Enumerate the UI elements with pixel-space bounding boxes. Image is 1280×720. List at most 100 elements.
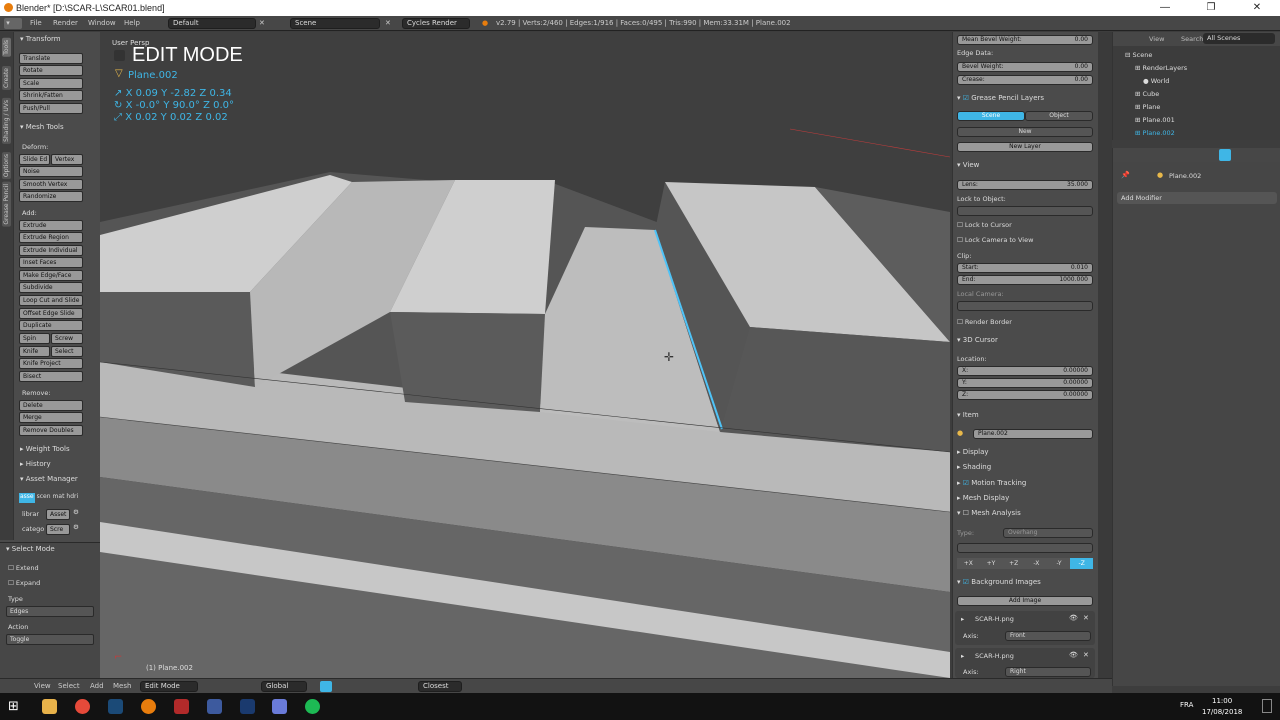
translate-button[interactable]: Translate — [19, 53, 83, 64]
gp-scene-tab[interactable]: Scene — [957, 111, 1025, 121]
clip-start-field[interactable]: Start: 0.010 — [957, 263, 1093, 273]
scene-tab[interactable]: scen — [37, 493, 51, 503]
gp-new-layer-button[interactable]: New Layer — [957, 142, 1093, 152]
outliner-row-plane-001[interactable]: ⊞ Plane.001 — [1135, 116, 1175, 124]
push-pull-button[interactable]: Push/Pull — [19, 103, 83, 114]
merge-button[interactable]: Merge — [19, 412, 83, 423]
chrome-icon[interactable] — [75, 699, 90, 714]
outliner-row-plane[interactable]: ⊞ Plane — [1135, 103, 1160, 111]
subdivide-button[interactable]: Subdivide — [19, 282, 83, 293]
tab-grease-pencil[interactable]: Grease Pencil — [2, 182, 11, 227]
vertex-slide-button[interactable]: Vertex — [51, 154, 83, 165]
bg2-expand-icon[interactable]: ▸ — [961, 652, 964, 660]
menu-file[interactable]: File — [30, 18, 42, 29]
extrude-button[interactable]: Extrude — [19, 220, 83, 231]
item-panel-header[interactable]: ▾ Item — [957, 411, 979, 419]
view-panel-header[interactable]: ▾ View — [957, 161, 979, 169]
analysis-range-slider[interactable] — [957, 543, 1093, 553]
mean-bevel-weight-field[interactable]: Mean Bevel Weight: 0.00 — [957, 35, 1093, 45]
motion-tracking-panel-header[interactable]: ▸ ☑ Motion Tracking — [957, 479, 1026, 487]
lock-to-cursor-checkbox[interactable]: ☐ Lock to Cursor — [957, 221, 1012, 229]
steam-icon[interactable] — [108, 699, 123, 714]
offset-edge-slide-button[interactable]: Offset Edge Slide — [19, 308, 83, 319]
clock-date[interactable]: 17/08/2018 — [1202, 708, 1242, 716]
windows-start-icon[interactable]: ⊞ — [8, 699, 23, 714]
transform-panel-header[interactable]: ▾ Transform — [20, 35, 61, 43]
extrude-individual-button[interactable]: Extrude Individual — [19, 245, 83, 256]
outliner-row-world[interactable]: ● World — [1143, 77, 1169, 85]
outliner-row-renderlayers[interactable]: ⊞ RenderLayers — [1135, 64, 1187, 72]
library-select[interactable]: Asset — [46, 509, 70, 520]
axis-minus-z-button[interactable]: -Z — [1070, 558, 1094, 569]
axis-plus-x-button[interactable]: +X — [957, 558, 980, 569]
shading-panel-header[interactable]: ▸ Shading — [957, 463, 991, 471]
bisect-button[interactable]: Bisect — [19, 371, 83, 382]
smooth-vertex-button[interactable]: Smooth Vertex — [19, 179, 83, 190]
asset-manager-panel-header[interactable]: ▾ Asset Manager — [20, 475, 78, 483]
loop-cut-button[interactable]: Loop Cut and Slide — [19, 295, 83, 306]
screen-layout-field[interactable]: Default — [168, 18, 256, 29]
discord-icon[interactable] — [272, 699, 287, 714]
render-engine-select[interactable]: Cycles Render — [402, 18, 470, 29]
tab-create[interactable]: Create — [2, 66, 11, 90]
lens-field[interactable]: Lens: 35.000 — [957, 180, 1093, 190]
knife-select-button[interactable]: Select — [51, 346, 83, 357]
bg2-visibility-icon[interactable]: 👁 — [1069, 651, 1078, 659]
shrink-fatten-button[interactable]: Shrink/Fatten — [19, 90, 83, 101]
notification-icon[interactable] — [1262, 699, 1272, 713]
display-panel-header[interactable]: ▸ Display — [957, 448, 989, 456]
noise-button[interactable]: Noise — [19, 166, 83, 177]
edge-select-mode-icon[interactable] — [320, 681, 332, 692]
knife-project-button[interactable]: Knife Project — [19, 358, 83, 369]
hdri-tab[interactable]: hdri — [66, 493, 78, 503]
lock-object-field[interactable] — [957, 206, 1093, 216]
delete-button[interactable]: Delete — [19, 400, 83, 411]
remove-doubles-button[interactable]: Remove Doubles — [19, 425, 83, 436]
inset-faces-button[interactable]: Inset Faces — [19, 257, 83, 268]
outliner-search-menu[interactable]: Search — [1181, 35, 1203, 43]
category-settings-icon[interactable]: ⚙ — [73, 523, 79, 531]
mesh-analysis-panel-header[interactable]: ▾ ☐ Mesh Analysis — [957, 509, 1021, 517]
library-settings-icon[interactable]: ⚙ — [73, 508, 79, 516]
analysis-type-select[interactable]: Overhang — [1003, 528, 1093, 538]
file-explorer-icon[interactable] — [42, 699, 57, 714]
local-camera-field[interactable] — [957, 301, 1093, 311]
photoshop-icon[interactable] — [240, 699, 255, 714]
item-name-field[interactable]: Plane.002 — [973, 429, 1093, 439]
add-menu[interactable]: Add — [90, 681, 104, 692]
grease-pencil-header[interactable]: ▾ ☑ Grease Pencil Layers — [957, 94, 1044, 102]
add-image-button[interactable]: Add Image — [957, 596, 1093, 606]
randomize-button[interactable]: Randomize — [19, 191, 83, 202]
select-action-dropdown[interactable]: Toggle — [6, 634, 94, 645]
material-tab[interactable]: mat — [53, 493, 65, 503]
history-panel-header[interactable]: ▸ History — [20, 460, 51, 468]
n-panel-scrollbar[interactable] — [1098, 32, 1112, 678]
modifier-tab-icon[interactable] — [1219, 149, 1231, 161]
bevel-weight-field[interactable]: Bevel Weight: 0.00 — [957, 62, 1093, 72]
axis-minus-y-button[interactable]: -Y — [1047, 558, 1071, 569]
app-icon-2[interactable] — [207, 699, 222, 714]
outliner-view-menu[interactable]: View — [1149, 35, 1164, 43]
editor-type-icon[interactable]: ▾ — [4, 18, 22, 29]
scene-field[interactable]: Scene — [290, 18, 380, 29]
mesh-tools-panel-header[interactable]: ▾ Mesh Tools — [20, 123, 64, 131]
close-scene-icon[interactable]: ✕ — [385, 18, 391, 29]
add-modifier-button[interactable]: Add Modifier — [1117, 192, 1277, 204]
knife-button[interactable]: Knife — [19, 346, 50, 357]
slide-edge-button[interactable]: Slide Ed — [19, 154, 50, 165]
select-mode-header[interactable]: ▾ Select Mode — [6, 545, 55, 553]
interaction-mode-select[interactable]: Edit Mode — [140, 681, 198, 692]
spin-button[interactable]: Spin — [19, 333, 50, 344]
pin-icon[interactable]: 📌 — [1121, 171, 1130, 179]
extend-checkbox[interactable]: ☐ Extend — [8, 564, 39, 572]
outliner-filter-select[interactable]: All Scenes — [1203, 33, 1275, 44]
select-menu[interactable]: Select — [58, 681, 80, 692]
bg2-axis-select[interactable]: Right — [1005, 667, 1091, 677]
mesh-display-panel-header[interactable]: ▸ Mesh Display — [957, 494, 1009, 502]
category-select[interactable]: Scre — [46, 524, 70, 535]
duplicate-button[interactable]: Duplicate — [19, 320, 83, 331]
app-icon[interactable] — [174, 699, 189, 714]
rotate-button[interactable]: Rotate — [19, 65, 83, 76]
clip-end-field[interactable]: End: 1000.000 — [957, 275, 1093, 285]
language-indicator[interactable]: FRA — [1180, 701, 1193, 709]
